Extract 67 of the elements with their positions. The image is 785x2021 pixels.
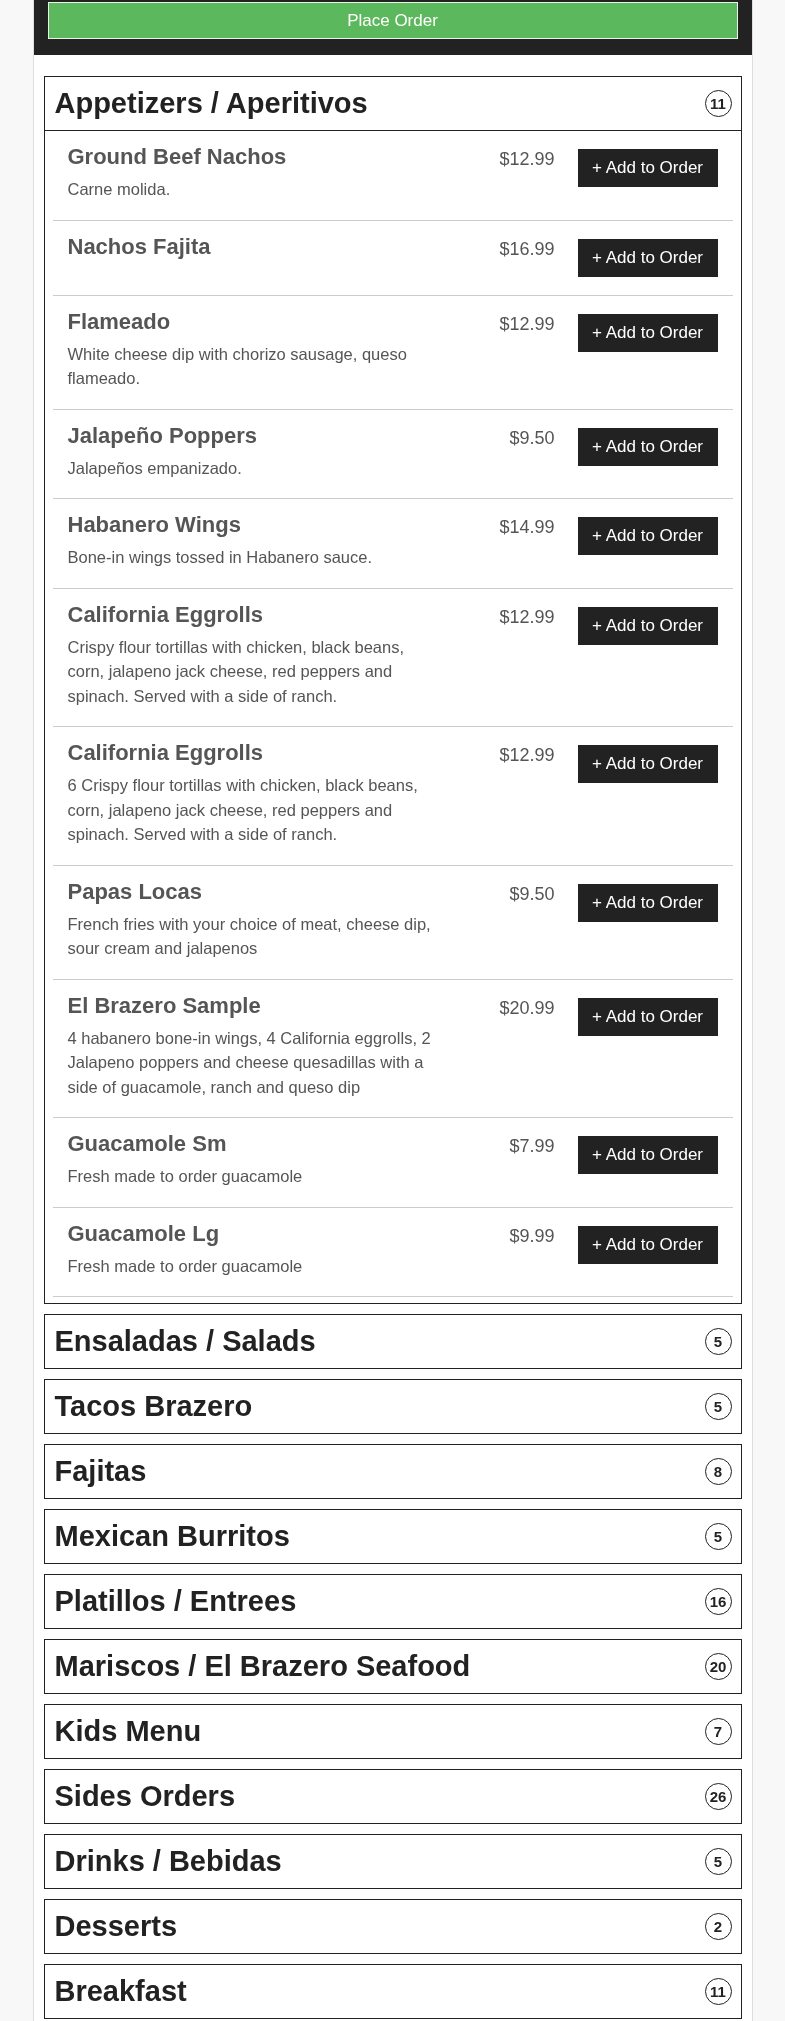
category-header[interactable]: Ensaladas / Salads 5 [44,1315,741,1368]
category-title: Desserts [54,1910,178,1943]
category-header[interactable]: Kids Menu 7 [44,1705,741,1758]
item-price: $20.99 [498,996,555,1020]
add-to-order-button[interactable]: + Add to Order [577,427,718,466]
item-description: 4 habanero bone-in wings, 4 California eggrolls, 2 Jalapeno poppers and cheese quesadillas with a side of guacamole, ranch and queso dip [67,1027,432,1098]
category-header[interactable]: Drinks / Bebidas 5 [44,1835,741,1888]
item-description: Crispy flour tortillas with chicken, black beans, corn, jalapeno jack cheese, red peppers and spinach. Served with a side of ranch. [67,636,406,707]
item-description: Bone-in wings tossed in Habanero sauce. [67,547,374,568]
add-to-order-button[interactable]: + Add to Order [577,1136,718,1174]
item-description: 6 Crispy flour tortillas with chicken, black beans, corn, jalapeno jack cheese, red peppers and spinach. Served with a side of ranch. [67,775,419,845]
item-price: $12.99 [498,744,555,767]
add-to-order-button[interactable]: + Add to Order [577,745,718,783]
item-name: Habanero Wings [67,511,242,539]
add-to-order-button[interactable]: + Add to Order [577,517,718,555]
item-price: $16.99 [498,237,555,261]
category-title: Kids Menu [54,1715,202,1748]
add-to-order-button[interactable]: + Add to Order [577,606,718,645]
category-header[interactable]: Sides Orders 26 [44,1770,741,1823]
category-header[interactable]: Appetizers / Aperitivos 11 [44,77,741,131]
category-title: Ensaladas / Salads [54,1325,316,1358]
category-title: Drinks / Bebidas [54,1845,282,1878]
item-name: California Eggrolls [67,600,265,629]
add-to-order-button[interactable]: + Add to Order [577,313,718,352]
item-price: $7.99 [508,1135,555,1158]
add-to-order-button[interactable]: + Add to Order [577,149,718,187]
item-description: White cheese dip with chorizo sausage, queso flameado. [67,343,408,389]
category-title: Platillos / Entrees [54,1585,297,1618]
item-description: Carne molida. [67,179,172,200]
category-header[interactable]: Breakfast 11 [44,1965,741,2018]
category-title: Mexican Burritos [54,1520,290,1553]
item-name: El Brazero Sample [67,991,262,1020]
item-price: $12.99 [498,312,555,336]
add-to-order-button[interactable]: + Add to Order [577,1225,718,1264]
item-name: Guacamole Sm [67,1130,228,1158]
item-name: Ground Beef Nachos [67,143,288,171]
category-header[interactable]: Mariscos / El Brazero Seafood 20 [44,1640,741,1693]
add-to-order-button[interactable]: + Add to Order [577,997,718,1036]
item-price: $9.50 [508,882,555,906]
item-description: Fresh made to order guacamole [67,1166,304,1187]
item-name: Flameado [67,307,172,336]
item-name: Guacamole Lg [67,1219,221,1248]
item-price: $12.99 [498,605,555,629]
category-title: Sides Orders [54,1780,236,1813]
category-header[interactable]: Mexican Burritos 5 [44,1510,741,1563]
category-header[interactable]: Platillos / Entrees 16 [44,1575,741,1628]
item-price: $9.50 [508,426,555,450]
category-title: Appetizers / Aperitivos [54,87,368,120]
item-name: Papas Locas [67,877,203,906]
category-title: Fajitas [54,1455,147,1488]
category-header[interactable]: Tacos Brazero 5 [44,1380,741,1433]
item-name: California Eggrolls [67,739,265,767]
category-title: Mariscos / El Brazero Seafood [54,1650,471,1683]
item-name: Jalapeño Poppers [67,421,258,450]
category-header[interactable]: Fajitas 8 [44,1445,741,1498]
item-description: Jalapeños empanizado. [67,457,243,479]
category-title: Breakfast [54,1975,187,2008]
item-price: $9.99 [508,1224,555,1248]
item-description: French fries with your choice of meat, cheese dip, sour cream and jalapenos [67,913,432,959]
item-name: Nachos Fajita [67,232,212,261]
item-description: Fresh made to order guacamole [67,1255,304,1277]
category-header[interactable]: Desserts 2 [44,1900,741,1953]
add-to-order-button[interactable]: + Add to Order [577,883,718,922]
add-to-order-button[interactable]: + Add to Order [577,238,718,277]
item-price: $14.99 [498,516,555,539]
item-price: $12.99 [498,148,555,171]
category-title: Tacos Brazero [54,1390,253,1423]
